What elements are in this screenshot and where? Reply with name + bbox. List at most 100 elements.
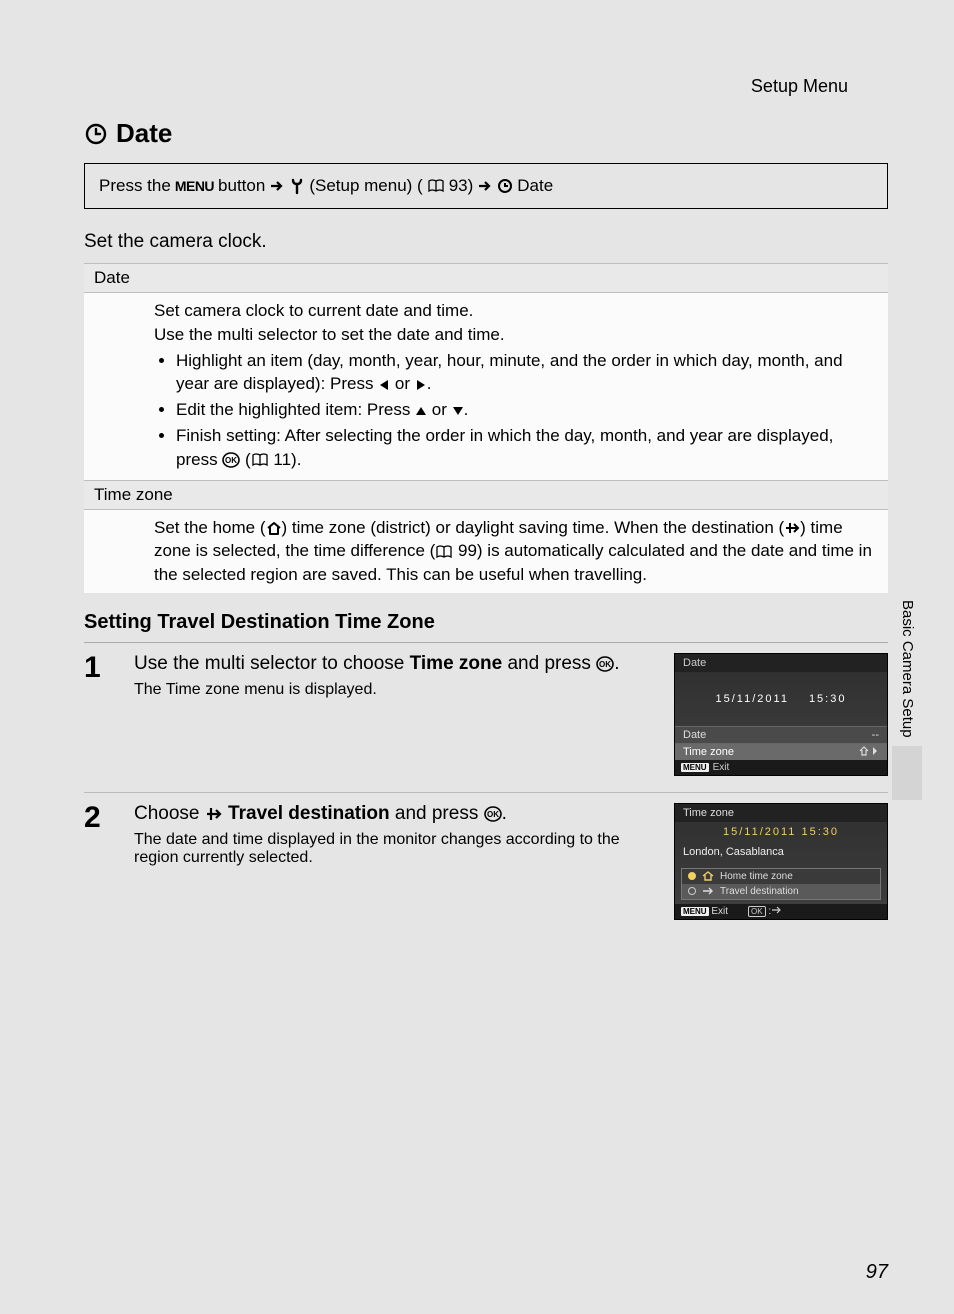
body-text: or [427,400,452,419]
ok-button-icon: OK [484,806,502,822]
step-content: Choose Travel destination and press OK. … [134,803,654,920]
option-home: Home time zone [682,869,880,884]
ok-badge: OK [748,906,766,917]
screen-datetime: 15/11/2011 15:30 [675,822,887,842]
body-text: . [427,374,432,393]
triangle-down-icon [452,405,464,417]
screen-row-selected: Time zone [675,743,887,760]
navigation-path: Press the MENU button (Setup menu) ( 93)… [84,163,888,209]
page-number: 97 [866,1261,888,1284]
step-text: Use the multi selector to choose [134,653,410,674]
option-travel-selected: Travel destination [682,884,880,899]
screen-footer: MENU Exit OK : [675,904,887,919]
step-text: Choose [134,803,205,824]
nav-text: Press the [99,176,171,196]
step-text-bold: Time zone [410,653,503,674]
screen-time: 15:30 [809,693,847,705]
screen-location: London, Casablanca [675,842,887,868]
arrow-right-icon [477,179,493,193]
triangle-left-icon [378,379,390,391]
body-text: Set the home ( [154,518,266,537]
section-body: Set camera clock to current date and tim… [84,293,888,480]
step-subtext: The date and time displayed in the monit… [134,831,654,867]
ok-button-icon: OK [222,452,240,468]
row-value: -- [872,729,879,741]
title-text: Date [116,118,172,149]
section-header: Time zone [84,480,888,510]
step-text: and press [502,653,596,674]
footer-text: Exit [711,906,728,917]
screen-title: Date [675,654,887,672]
body-text: ( [240,450,250,469]
menu-button-label: MENU [175,178,214,194]
book-icon [435,545,453,559]
plane-icon [771,906,781,914]
arrow-right-icon [269,179,285,193]
nav-text: Date [517,176,553,196]
screen-footer: MENU Exit [675,760,887,775]
list-item: Finish setting: After selecting the orde… [176,424,878,472]
row-icons [859,746,879,758]
ok-button-icon: OK [596,656,614,672]
wrench-icon [289,177,305,195]
body-text: . [464,400,469,419]
section-body: Set the home ( ) time zone (district) or … [84,510,888,593]
subheading: Setting Travel Destination Time Zone [84,611,888,634]
home-icon [266,521,282,535]
radio-on-icon [688,872,696,880]
plane-icon [784,520,800,536]
step-text: and press [390,803,484,824]
step-content: Use the multi selector to choose Time zo… [134,653,654,776]
option-label: Travel destination [720,886,799,897]
section-header: Date [84,263,888,293]
svg-text:OK: OK [487,810,499,819]
option-box: Home time zone Travel destination [681,868,881,900]
row-label: Date [683,729,706,741]
clock-icon [497,178,513,194]
body-text: Highlight an item (day, month, year, hou… [176,351,843,394]
step-text-bold: Travel destination [223,803,390,824]
tab-indicator [892,746,922,800]
svg-text:OK: OK [599,660,611,669]
body-text: 11). [269,450,302,469]
nav-text: (Setup menu) ( [309,176,422,196]
page-title: Date [84,118,888,149]
book-icon [251,453,269,467]
body-text: Set camera clock to current date and tim… [154,299,878,323]
svg-text:OK: OK [225,456,237,465]
body-text: Edit the highlighted item: Press [176,400,415,419]
step-text: . [614,653,619,674]
body-text: ) time zone (district) or daylight savin… [282,518,785,537]
row-label: Time zone [683,746,734,758]
clock-icon [84,122,108,146]
radio-off-icon [688,887,696,895]
triangle-right-icon [415,379,427,391]
footer-text: Exit [713,762,730,773]
step-text: . [502,803,507,824]
camera-screen-date: Date 15/11/2011 15:30 Date -- Time zone … [674,653,888,776]
page: Setup Menu Date Press the MENU button (S… [0,0,954,1314]
nav-text: button [218,176,265,196]
step-1: 1 Use the multi selector to choose Time … [84,643,888,792]
header-section-label: Setup Menu [751,76,848,97]
screen-row: Date -- [675,726,887,743]
triangle-up-icon [415,405,427,417]
step-number: 1 [84,653,114,776]
side-tab-label: Basic Camera Setup [899,600,916,738]
screen-date: 15/11/2011 [716,693,789,705]
side-tab: Basic Camera Setup [895,596,920,798]
step-2: 2 Choose Travel destination and press OK… [84,793,888,936]
step-subtext: The Time zone menu is displayed. [134,681,654,699]
menu-badge: MENU [681,907,709,916]
home-icon [702,871,714,881]
list-item: Edit the highlighted item: Press or . [176,398,878,422]
book-icon [427,179,445,193]
body-text: Use the multi selector to set the date a… [154,323,878,347]
screen-datetime: 15/11/2011 15:30 [675,672,887,726]
screen-title: Time zone [675,804,887,822]
nav-text: 93) [449,176,474,196]
camera-screen-timezone: Time zone 15/11/2011 15:30 London, Casab… [674,803,888,920]
menu-badge: MENU [681,763,709,772]
body-text: or [390,374,415,393]
plane-icon [205,806,223,822]
